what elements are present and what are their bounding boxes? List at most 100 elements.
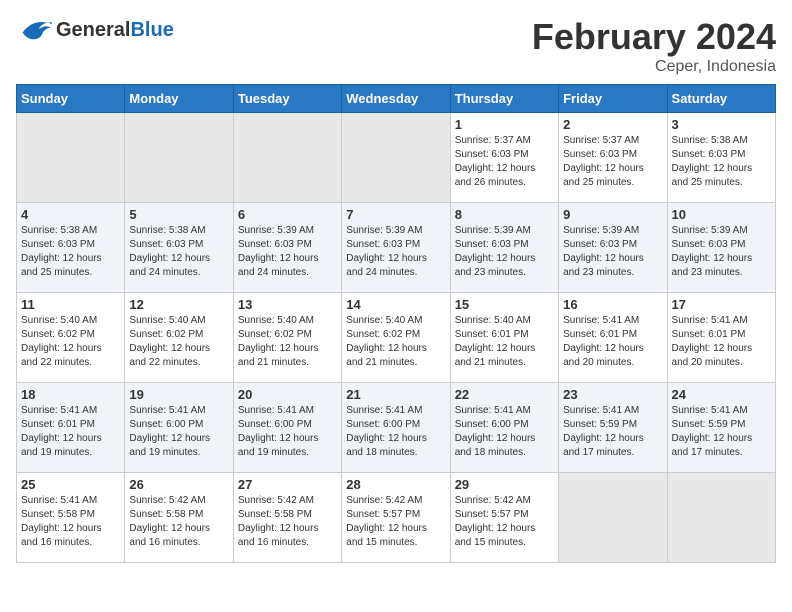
day-info: Sunrise: 5:42 AMSunset: 5:58 PMDaylight:… (238, 494, 337, 550)
calendar-cell (125, 113, 233, 203)
calendar-week-row: 1 Sunrise: 5:37 AMSunset: 6:03 PMDaylight… (17, 113, 776, 203)
day-info: Sunrise: 5:41 AMSunset: 5:59 PMDaylight:… (563, 404, 662, 460)
day-number: 24 (672, 387, 771, 402)
calendar-cell (233, 113, 341, 203)
calendar-cell: 16Sunrise: 5:41 AMSunset: 6:01 PMDayligh… (559, 293, 667, 383)
calendar-week-row: 11 Sunrise: 5:40 AMSunset: 6:02 PMDayligh… (17, 293, 776, 383)
day-info: Sunrise: 5:40 AMSunset: 6:02 PMDaylight:… (21, 314, 120, 370)
calendar-cell: 24Sunrise: 5:41 AMSunset: 5:59 PMDayligh… (667, 383, 775, 473)
weekday-header: Thursday (450, 85, 558, 113)
calendar-cell: 10Sunrise: 5:39 AMSunset: 6:03 PMDayligh… (667, 203, 775, 293)
day-info: Sunrise: 5:41 AMSunset: 6:01 PMDaylight:… (563, 314, 662, 370)
calendar-cell: 28Sunrise: 5:42 AMSunset: 5:57 PMDayligh… (342, 473, 450, 563)
calendar-cell: 11 Sunrise: 5:40 AMSunset: 6:02 PMDayligh… (17, 293, 125, 383)
calendar-cell: 3 Sunrise: 5:38 AMSunset: 6:03 PMDaylight… (667, 113, 775, 203)
title-area: February 2024 Ceper, Indonesia (532, 16, 776, 76)
month-title: February 2024 (532, 16, 776, 58)
calendar-cell: 19 Sunrise: 5:41 AMSunset: 6:00 PMDayligh… (125, 383, 233, 473)
weekday-header: Friday (559, 85, 667, 113)
calendar-cell: 12Sunrise: 5:40 AMSunset: 6:02 PMDayligh… (125, 293, 233, 383)
day-info: Sunrise: 5:42 AMSunset: 5:58 PMDaylight:… (129, 494, 228, 550)
day-number: 8 (455, 207, 554, 222)
weekday-header: Sunday (17, 85, 125, 113)
calendar-cell: 1 Sunrise: 5:37 AMSunset: 6:03 PMDaylight… (450, 113, 558, 203)
calendar-cell: 29 Sunrise: 5:42 AMSunset: 5:57 PMDayligh… (450, 473, 558, 563)
day-number: 18 (21, 387, 120, 402)
day-info: Sunrise: 5:38 AMSunset: 6:03 PMDaylight:… (129, 224, 228, 280)
day-number: 12 (129, 297, 228, 312)
day-info: Sunrise: 5:41 AMSunset: 6:00 PMDaylight:… (455, 404, 554, 460)
day-number: 21 (346, 387, 445, 402)
day-number: 3 (672, 117, 771, 132)
calendar-cell: 6 Sunrise: 5:39 AMSunset: 6:03 PMDaylight… (233, 203, 341, 293)
day-info: Sunrise: 5:41 AMSunset: 6:01 PMDaylight:… (21, 404, 120, 460)
day-number: 17 (672, 297, 771, 312)
day-info: Sunrise: 5:39 AMSunset: 6:03 PMDaylight:… (563, 224, 662, 280)
day-number: 14 (346, 297, 445, 312)
calendar-cell: 14 Sunrise: 5:40 AMSunset: 6:02 PMDayligh… (342, 293, 450, 383)
calendar-week-row: 4 Sunrise: 5:38 AMSunset: 6:03 PMDaylight… (17, 203, 776, 293)
weekday-header: Wednesday (342, 85, 450, 113)
calendar-cell: 7 Sunrise: 5:39 AMSunset: 6:03 PMDaylight… (342, 203, 450, 293)
calendar-week-row: 25 Sunrise: 5:41 AMSunset: 5:58 PMDayligh… (17, 473, 776, 563)
day-number: 29 (455, 477, 554, 492)
day-info: Sunrise: 5:37 AMSunset: 6:03 PMDaylight:… (455, 134, 554, 190)
calendar-cell: 22 Sunrise: 5:41 AMSunset: 6:00 PMDayligh… (450, 383, 558, 473)
day-number: 4 (21, 207, 120, 222)
calendar-week-row: 18 Sunrise: 5:41 AMSunset: 6:01 PMDayligh… (17, 383, 776, 473)
day-number: 22 (455, 387, 554, 402)
calendar-cell: 9 Sunrise: 5:39 AMSunset: 6:03 PMDaylight… (559, 203, 667, 293)
day-number: 25 (21, 477, 120, 492)
day-info: Sunrise: 5:39 AMSunset: 6:03 PMDaylight:… (672, 224, 771, 280)
day-info: Sunrise: 5:39 AMSunset: 6:03 PMDaylight:… (346, 224, 445, 280)
day-info: Sunrise: 5:38 AMSunset: 6:03 PMDaylight:… (672, 134, 771, 190)
calendar-cell (559, 473, 667, 563)
day-info: Sunrise: 5:42 AMSunset: 5:57 PMDaylight:… (455, 494, 554, 550)
page-header: GeneralBlue February 2024 Ceper, Indones… (16, 16, 776, 76)
day-info: Sunrise: 5:41 AMSunset: 5:58 PMDaylight:… (21, 494, 120, 550)
day-info: Sunrise: 5:41 AMSunset: 6:00 PMDaylight:… (129, 404, 228, 460)
calendar-cell: 8 Sunrise: 5:39 AMSunset: 6:03 PMDaylight… (450, 203, 558, 293)
day-info: Sunrise: 5:40 AMSunset: 6:02 PMDaylight:… (346, 314, 445, 370)
calendar-cell: 17Sunrise: 5:41 AMSunset: 6:01 PMDayligh… (667, 293, 775, 383)
day-number: 20 (238, 387, 337, 402)
day-number: 23 (563, 387, 662, 402)
day-number: 19 (129, 387, 228, 402)
day-info: Sunrise: 5:39 AMSunset: 6:03 PMDaylight:… (238, 224, 337, 280)
day-number: 1 (455, 117, 554, 132)
day-number: 5 (129, 207, 228, 222)
day-number: 26 (129, 477, 228, 492)
day-number: 27 (238, 477, 337, 492)
calendar-cell: 21Sunrise: 5:41 AMSunset: 6:00 PMDayligh… (342, 383, 450, 473)
day-number: 13 (238, 297, 337, 312)
calendar-table: SundayMondayTuesdayWednesdayThursdayFrid… (16, 84, 776, 563)
calendar-cell: 2 Sunrise: 5:37 AMSunset: 6:03 PMDaylight… (559, 113, 667, 203)
calendar-cell (342, 113, 450, 203)
calendar-cell: 26 Sunrise: 5:42 AMSunset: 5:58 PMDayligh… (125, 473, 233, 563)
day-info: Sunrise: 5:38 AMSunset: 6:03 PMDaylight:… (21, 224, 120, 280)
logo-blue: Blue (130, 19, 173, 41)
day-number: 9 (563, 207, 662, 222)
day-info: Sunrise: 5:39 AMSunset: 6:03 PMDaylight:… (455, 224, 554, 280)
calendar-cell (17, 113, 125, 203)
calendar-cell (667, 473, 775, 563)
calendar-cell: 20Sunrise: 5:41 AMSunset: 6:00 PMDayligh… (233, 383, 341, 473)
day-number: 7 (346, 207, 445, 222)
weekday-header: Saturday (667, 85, 775, 113)
calendar-cell: 27 Sunrise: 5:42 AMSunset: 5:58 PMDayligh… (233, 473, 341, 563)
calendar-cell: 18 Sunrise: 5:41 AMSunset: 6:01 PMDayligh… (17, 383, 125, 473)
day-number: 6 (238, 207, 337, 222)
calendar-cell: 23 Sunrise: 5:41 AMSunset: 5:59 PMDayligh… (559, 383, 667, 473)
day-number: 28 (346, 477, 445, 492)
calendar-cell: 25 Sunrise: 5:41 AMSunset: 5:58 PMDayligh… (17, 473, 125, 563)
weekday-header: Tuesday (233, 85, 341, 113)
logo-icon (16, 16, 52, 44)
logo: GeneralBlue (16, 16, 174, 44)
day-number: 2 (563, 117, 662, 132)
calendar-cell: 5 Sunrise: 5:38 AMSunset: 6:03 PMDaylight… (125, 203, 233, 293)
day-info: Sunrise: 5:37 AMSunset: 6:03 PMDaylight:… (563, 134, 662, 190)
day-info: Sunrise: 5:40 AMSunset: 6:01 PMDaylight:… (455, 314, 554, 370)
location-subtitle: Ceper, Indonesia (532, 58, 776, 76)
day-number: 11 (21, 297, 120, 312)
calendar-cell: 4 Sunrise: 5:38 AMSunset: 6:03 PMDaylight… (17, 203, 125, 293)
